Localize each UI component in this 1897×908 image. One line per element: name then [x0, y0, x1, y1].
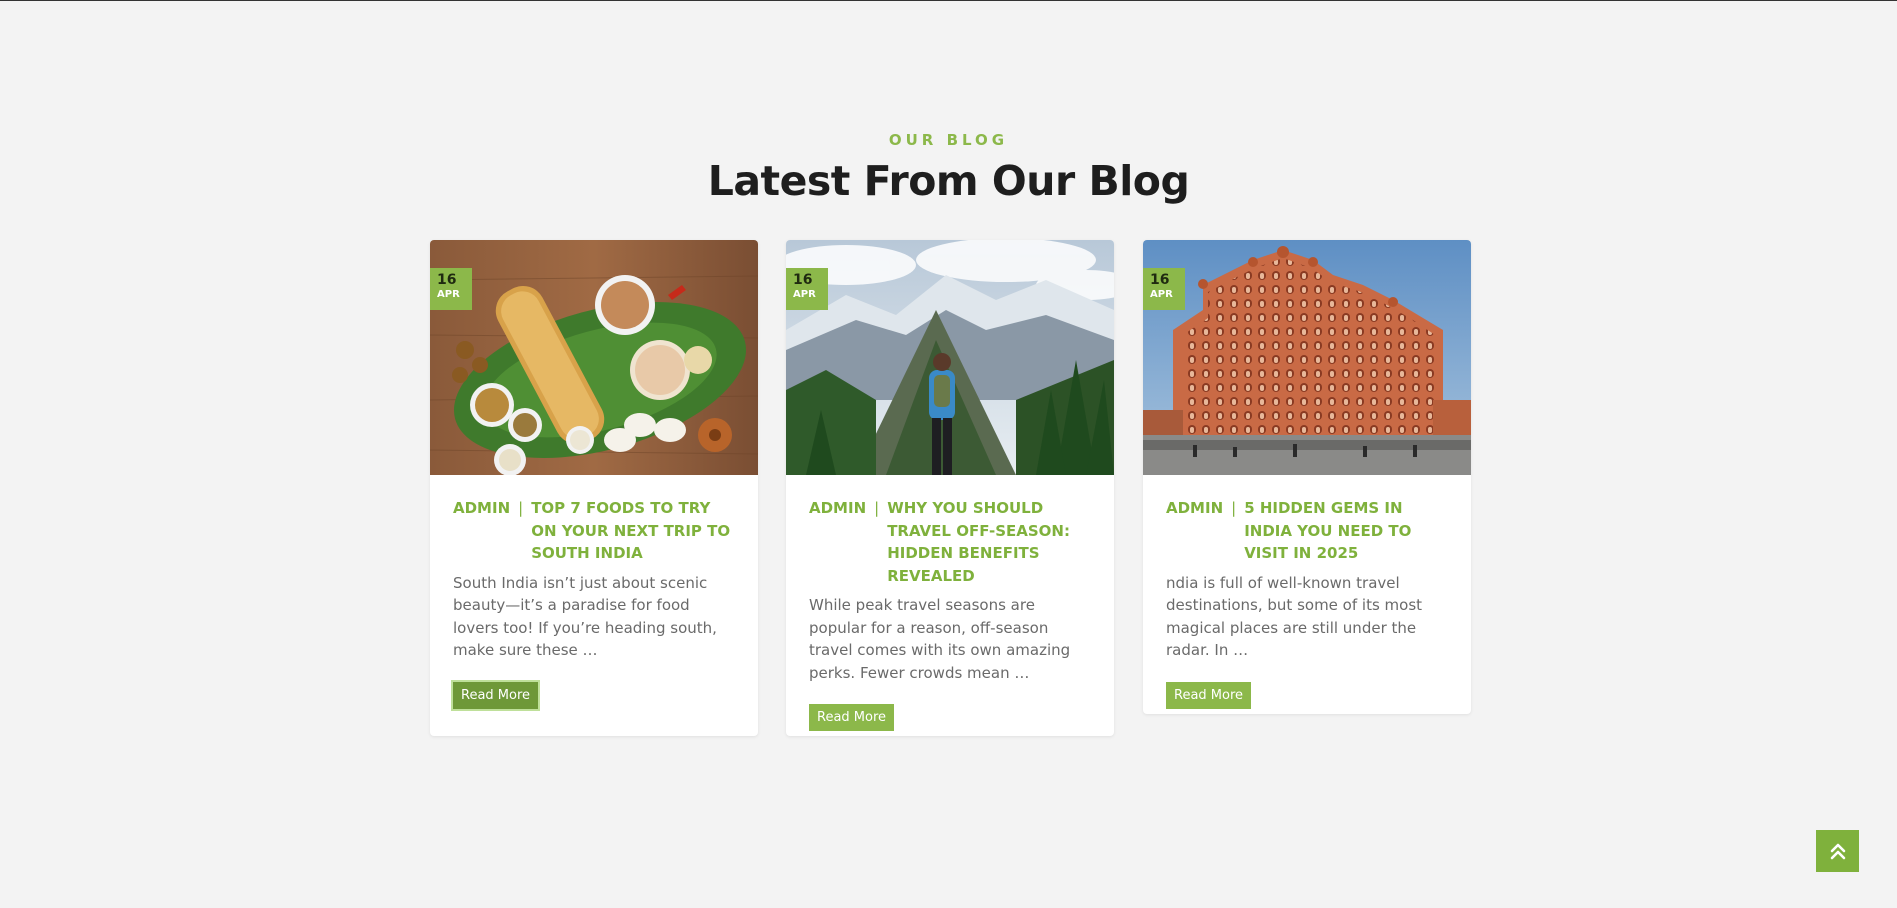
section-eyebrow: OUR BLOG	[888, 131, 1009, 149]
date-month: APR	[1150, 289, 1173, 300]
blog-card: 16 APR ADMIN | WHY YOU SHOULD TRAVEL OFF…	[786, 240, 1114, 736]
date-badge: 16 APR	[786, 268, 828, 310]
post-meta: ADMIN | 5 HIDDEN GEMS IN INDIA YOU NEED …	[1166, 497, 1449, 565]
post-excerpt: ndia is full of well-known travel destin…	[1166, 573, 1423, 660]
blog-card-body: ADMIN | WHY YOU SHOULD TRAVEL OFF-SEASON…	[786, 475, 1114, 731]
date-month: APR	[793, 289, 816, 300]
date-day: 16	[437, 272, 457, 288]
date-badge: 16 APR	[430, 268, 472, 310]
page-title: Latest From Our Blog	[707, 157, 1190, 205]
meta-separator: |	[518, 499, 524, 517]
blog-card-image[interactable]: 16 APR	[430, 240, 758, 475]
date-month: APR	[437, 289, 460, 300]
meta-separator: |	[1231, 499, 1237, 517]
post-author[interactable]: ADMIN	[1166, 497, 1223, 520]
blog-card-body: ADMIN | 5 HIDDEN GEMS IN INDIA YOU NEED …	[1143, 475, 1471, 709]
post-excerpt: South India isn’t just about scenic beau…	[453, 573, 717, 660]
blog-card-image[interactable]: 16 APR	[1143, 240, 1471, 475]
double-chevron-up-icon	[1830, 843, 1845, 860]
post-excerpt: While peak travel seasons are popular fo…	[809, 596, 1071, 682]
date-day: 16	[793, 272, 813, 288]
post-title[interactable]: 5 HIDDEN GEMS IN INDIA YOU NEED TO VISIT…	[1244, 497, 1449, 565]
meta-separator: |	[874, 499, 880, 517]
post-title[interactable]: WHY YOU SHOULD TRAVEL OFF-SEASON: HIDDEN…	[887, 497, 1092, 587]
blog-card: 16 APR ADMIN | TOP 7 FOODS TO TRY ON YOU…	[430, 240, 758, 736]
food-photo	[430, 240, 758, 475]
back-to-top-button[interactable]	[1816, 830, 1859, 872]
date-day: 16	[1150, 272, 1170, 288]
mountain-photo	[786, 240, 1114, 475]
section-header: OUR BLOG Latest From Our Blog	[0, 131, 1897, 205]
post-author[interactable]: ADMIN	[453, 497, 510, 520]
blog-card-body: ADMIN | TOP 7 FOODS TO TRY ON YOUR NEXT …	[430, 475, 758, 711]
read-more-button[interactable]: Read More	[450, 679, 541, 711]
date-badge: 16 APR	[1143, 268, 1185, 310]
read-more-button[interactable]: Read More	[809, 704, 895, 731]
blog-card-image[interactable]: 16 APR	[786, 240, 1114, 475]
post-title[interactable]: TOP 7 FOODS TO TRY ON YOUR NEXT TRIP TO …	[531, 497, 736, 565]
post-meta: ADMIN | WHY YOU SHOULD TRAVEL OFF-SEASON…	[809, 497, 1092, 587]
post-meta: ADMIN | TOP 7 FOODS TO TRY ON YOUR NEXT …	[453, 497, 736, 565]
post-author[interactable]: ADMIN	[809, 497, 866, 520]
palace-photo	[1143, 240, 1471, 475]
read-more-button[interactable]: Read More	[1166, 681, 1252, 709]
blog-card: 16 APR ADMIN | 5 HIDDEN GEMS IN INDIA YO…	[1143, 240, 1471, 714]
